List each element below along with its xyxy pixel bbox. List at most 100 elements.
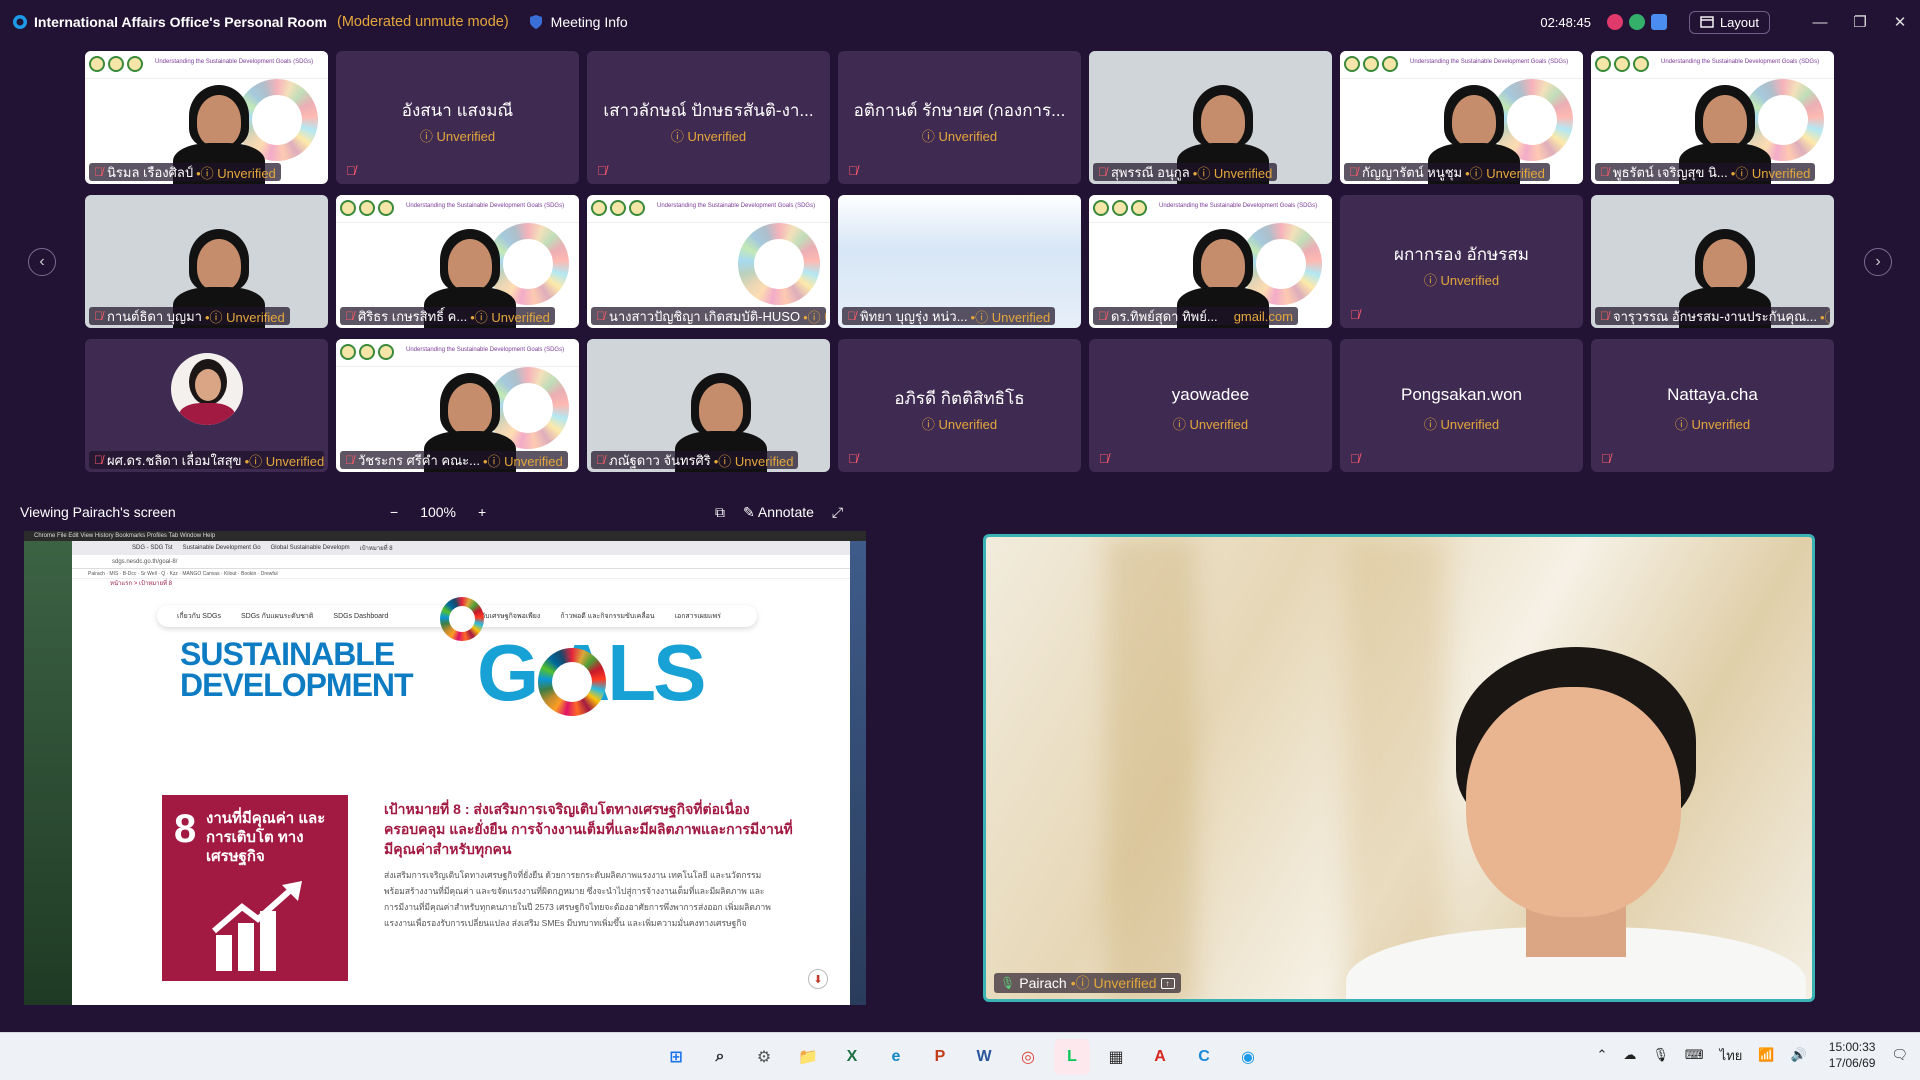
mic-muted-icon: 🎙̸ [1098,309,1107,323]
shared-screen[interactable]: Chrome File Edit View History Bookmarks … [24,531,866,1005]
apps-icon[interactable] [1650,14,1667,30]
participant-tile[interactable]: Pongsakan.won ⓘ Unverified 🎙̸ [1340,339,1583,472]
calculator-icon[interactable]: ▦ [1098,1039,1134,1075]
webex-logo-icon [13,15,27,29]
participant-tile[interactable]: 🎙̸ ภณัฐดาว จันทรศิริ •ⓘ Unverified [587,339,830,472]
unverified-badge: •ⓘ Unverified [244,453,324,469]
unverified-badge: •ⓘ Unverified [1820,309,1830,325]
excel-icon[interactable]: X [834,1039,870,1075]
participant-name: พิทยา บุญรุ่ง หน่ว... [860,308,968,324]
annotate-label: Annotate [757,503,814,520]
participant-name: ผศ.ดร.ชลิดา เลื่อมใสสุข [107,452,242,468]
acrobat-icon[interactable]: A [1142,1039,1178,1075]
edge-icon[interactable]: e [878,1039,914,1075]
line-icon[interactable]: L [1054,1039,1090,1075]
participant-tile[interactable]: 🎙̸ จารุวรรณ อักษรสม-งานประกันคุณ...•ⓘ Unv… [1591,195,1834,328]
site-nav-item: เกี่ยวกับ SDGs [177,612,221,620]
status-icon[interactable] [1628,14,1645,30]
participant-label: 🎙̸ นิรมล เรืองศิลป์ •ⓘ Unverified [89,163,281,181]
meeting-info-button[interactable]: Meeting Info [529,14,628,30]
participant-tile[interactable]: Understanding the Sustainable Developmen… [1591,51,1834,184]
participant-tile[interactable]: ผกากรอง อักษรสม ⓘ Unverified 🎙̸ [1340,195,1583,328]
clock-date: 17/06/69 [1828,1056,1876,1070]
chevron-up-icon[interactable]: ⌃ [1596,1047,1607,1063]
annotate-button[interactable]: ✎ Annotate [743,504,814,521]
volume-icon[interactable]: 🔊 [1791,1047,1807,1063]
participant-tile[interactable]: อังสนา แสงมณี ⓘ Unverified 🎙̸ [336,51,579,184]
start-icon[interactable]: ⊞ [658,1039,694,1075]
notification-icon[interactable]: 🗨 [1891,1047,1908,1063]
participant-tile[interactable]: Understanding the Sustainable Developmen… [1089,195,1332,328]
desktop-dock [24,541,72,1005]
speaker-name: Pairach [1019,975,1067,991]
unverified-label: Unverified [504,453,563,469]
participant-label: 🎙̸ จารุวรรณ อักษรสม-งานประกันคุณ...•ⓘ Unv… [1595,307,1830,325]
fullscreen-icon[interactable]: ⤢ [832,504,843,521]
folder-icon[interactable]: 📁 [790,1039,826,1075]
participant-tile[interactable]: yaowadee ⓘ Unverified 🎙̸ [1089,339,1332,472]
participant-tile[interactable]: อภิรดี กิตติสิทธิโธ ⓘ Unverified 🎙̸ [838,339,1081,472]
participant-tile[interactable]: เสาวลักษณ์ ปักษธรสันติ-งา... ⓘ Unverified… [587,51,830,184]
participant-tile[interactable]: 🎙̸ พิทยา บุญรุ่ง หน่ว... •ⓘ Unverified [838,195,1081,328]
webex-icon[interactable]: ◉ [1230,1039,1266,1075]
powerpoint-icon[interactable]: P [922,1039,958,1075]
participant-tile[interactable]: Understanding the Sustainable Developmen… [336,195,579,328]
participant-tile[interactable]: Understanding the Sustainable Developmen… [1340,51,1583,184]
participant-tile[interactable]: 🎙̸ สุพรรณี อนุกูล •ⓘ Unverified [1089,51,1332,184]
unverified-label: Unverified [1486,165,1545,181]
language-indicator[interactable]: ไทย [1720,1045,1743,1066]
participant-tile[interactable]: Nattaya.cha ⓘ Unverified 🎙̸ [1591,339,1834,472]
participant-tile[interactable]: อติกานต์ รักษายศ (กองการ... ⓘ Unverified 🎙… [838,51,1081,184]
title-bar: International Affairs Office's Personal … [0,0,1920,44]
share-toolbar: Viewing Pairach's screen − 100% + ⧉ ✎ An… [20,500,870,524]
minimize-icon[interactable]: — [1800,14,1840,31]
close-icon[interactable]: ✕ [1880,13,1920,31]
layout-button[interactable]: Layout [1688,10,1770,34]
keyboard-icon[interactable]: ⌨ [1685,1047,1704,1063]
browser-tabs: SDG - SDG Tst Sustainable Development Go G… [72,541,850,555]
wifi-icon[interactable]: 📶 [1758,1047,1774,1063]
search-icon[interactable]: ⌕ [702,1039,738,1075]
participant-tile[interactable]: 🎙̸ ผศ.ดร.ชลิดา เลื่อมใสสุข •ⓘ Unverified [85,339,328,472]
unverified-label: Unverified [938,417,998,432]
microphone-icon[interactable]: 🎙 [1652,1047,1669,1063]
participant-name: สุพรรณี อนุกูล [1111,164,1190,180]
next-page-icon[interactable]: › [1864,248,1892,276]
chrome-icon[interactable]: ◎ [1010,1039,1046,1075]
unverified-label: Unverified [226,309,285,325]
record-icon[interactable] [1606,14,1623,30]
layout-icon [1700,16,1714,28]
mac-menubar: Chrome File Edit View History Bookmarks … [24,531,866,541]
unverified-badge: ⓘ Unverified [1423,273,1500,288]
unverified-badge: •ⓘ Unverified [205,309,285,325]
site-nav-item: SDGs กับแผนระดับชาติ [240,612,314,620]
participant-tile[interactable]: Understanding the Sustainable Developmen… [587,195,830,328]
copilot-icon[interactable]: C [1186,1039,1222,1075]
participant-name: ภณัฐดาว จันทรศิริ [609,452,711,468]
unverified-label: Unverified [217,165,276,181]
unverified-badge: ⓘ Unverified [1674,417,1751,432]
restore-icon[interactable]: ❐ [1840,13,1880,31]
participant-label: 🎙̸ นางสาวปัญชิญา เกิดสมบัติ-HUSO•ⓘ Unveri… [591,307,826,325]
screen-options-icon[interactable]: ⧉ [715,504,725,521]
desktop-strip [850,541,866,1005]
word-icon[interactable]: W [966,1039,1002,1075]
goals-wheel-icon [538,648,606,716]
zoom-in-icon[interactable]: + [478,504,486,520]
prev-page-icon[interactable]: ‹ [28,248,56,276]
settings-icon[interactable]: ⚙ [746,1039,782,1075]
sdg-title: SUSTAINABLE DEVELOPMENT [180,638,414,701]
zoom-out-icon[interactable]: − [390,504,398,520]
participant-tile[interactable]: Understanding the Sustainable Developmen… [336,339,579,472]
mic-muted-icon: 🎙̸ [1350,307,1360,322]
participant-tile[interactable]: 🎙̸ กานต์ธิดา บุญมา •ⓘ Unverified [85,195,328,328]
pdf-icon[interactable]: ⬇ [808,969,828,989]
active-speaker-video[interactable]: 🎙 Pairach •ⓘ Unverified ↑ [983,534,1815,1002]
participant-label: 🎙̸ กัญญารัตน์ หนูชุม •ⓘ Unverified [1344,163,1550,181]
cloud-icon[interactable]: ☁ [1623,1047,1636,1063]
mic-muted-icon: 🎙̸ [1098,165,1107,179]
unverified-label: Unverified [687,129,747,144]
mic-muted-icon: 🎙̸ [1099,451,1109,466]
clock[interactable]: 15:00:33 17/06/69 [1829,1039,1876,1071]
participant-tile[interactable]: Understanding the Sustainable Developmen… [85,51,328,184]
